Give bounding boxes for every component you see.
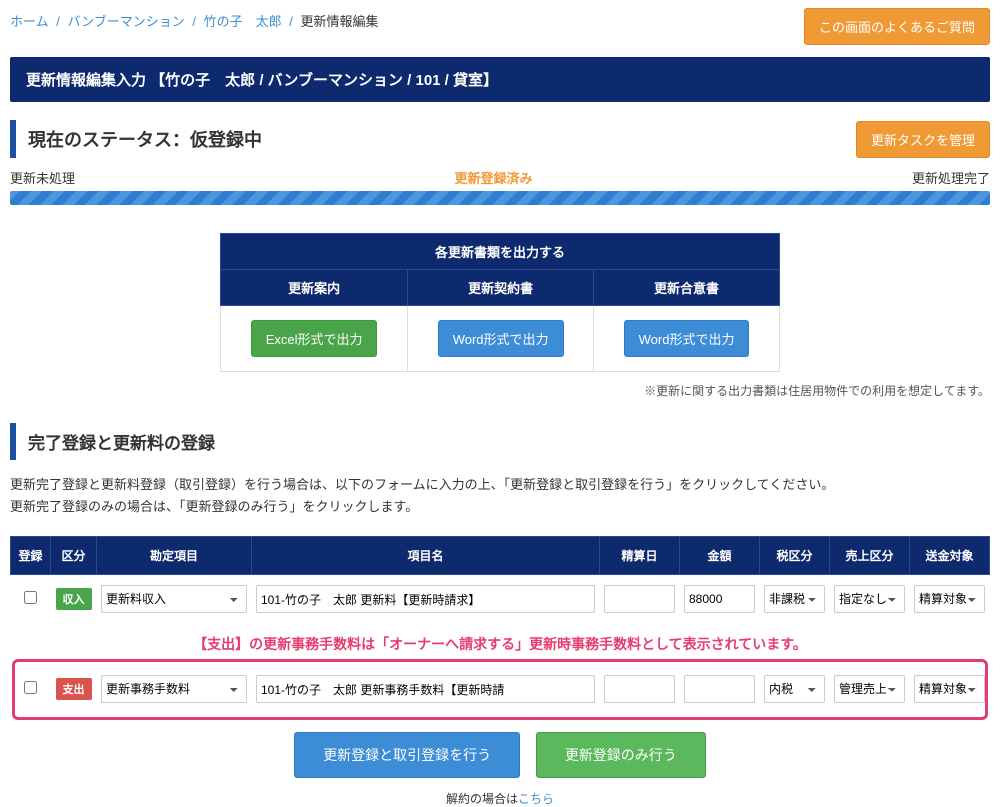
th-amount: 金額 [680,537,760,575]
table-row: 支出 更新事務手数料 内税 管理売上 精算対象 [11,665,990,714]
send-select[interactable]: 精算対象 [914,675,985,703]
register-checkbox[interactable] [24,681,37,694]
progress-left-label: 更新未処理 [10,168,75,187]
manage-tasks-button[interactable]: 更新タスクを管理 [856,121,990,158]
date-input[interactable] [604,585,675,613]
th-date: 精算日 [600,537,680,575]
th-sales: 売上区分 [830,537,910,575]
docs-col-header: 更新案内 [221,270,408,306]
kubun-badge-income: 収入 [56,588,92,610]
account-select[interactable]: 更新事務手数料 [101,675,247,703]
amount-input[interactable] [684,585,755,613]
docs-group-header: 各更新書類を出力する [221,234,780,270]
sales-select[interactable]: 指定なし [834,585,905,613]
amount-input[interactable] [684,675,755,703]
kubun-badge-expense: 支出 [56,678,92,700]
status-label: 現在のステータス：仮登録中 [10,120,274,158]
th-register: 登録 [11,537,51,575]
account-select[interactable]: 更新料収入 [101,585,247,613]
th-name: 項目名 [252,537,600,575]
th-kubun: 区分 [51,537,97,575]
progress-bar [10,191,990,205]
export-excel-button[interactable]: Excel形式で出力 [251,320,378,357]
register-only-button[interactable]: 更新登録のみ行う [536,732,706,778]
faq-button[interactable]: この画面のよくあるご質問 [804,8,990,45]
docs-col-header: 更新契約書 [408,270,594,306]
page-title: 更新情報編集入力 【竹の子 太郎 / バンブーマンション / 101 / 貸室】 [10,57,990,102]
docs-note: ※更新に関する出力書類は住居用物件での利用を想定してます。 [10,382,990,399]
progress-center-label: 更新登録済み [454,168,532,187]
send-select[interactable]: 精算対象 [914,585,985,613]
breadcrumb-link[interactable]: ホーム [10,14,49,29]
documents-table: 各更新書類を出力する 更新案内 更新契約書 更新合意書 Excel形式で出力 W… [220,233,780,372]
cancel-row: 解約の場合はこちら [10,790,990,807]
registration-table: 登録 区分 勘定項目 項目名 精算日 金額 税区分 売上区分 送金対象 収入 更… [10,536,990,714]
sales-select[interactable]: 管理売上 [834,675,905,703]
register-checkbox[interactable] [24,591,37,604]
item-name-input[interactable] [256,675,595,703]
cancel-link[interactable]: こちら [518,792,554,806]
progress-right-label: 更新処理完了 [912,168,990,187]
th-send: 送金対象 [910,537,990,575]
section-title: 完了登録と更新料の登録 [10,423,990,460]
export-word-button[interactable]: Word形式で出力 [438,320,564,357]
breadcrumb-link[interactable]: バンブーマンション [68,14,185,29]
docs-col-header: 更新合意書 [594,270,780,306]
annotation-text: 【支出】の更新事務手数料は「オーナーへ請求する」更新時事務手数料として表示されて… [11,624,990,665]
table-row: 収入 更新料収入 非課税 指定なし 精算対象 [11,575,990,624]
breadcrumb: ホーム / バンブーマンション / 竹の子 太郎 / 更新情報編集 [10,8,379,30]
export-word-button[interactable]: Word形式で出力 [624,320,750,357]
th-account: 勘定項目 [97,537,252,575]
tax-select[interactable]: 非課税 [764,585,825,613]
register-with-transaction-button[interactable]: 更新登録と取引登録を行う [294,732,520,778]
breadcrumb-link[interactable]: 竹の子 太郎 [204,14,282,29]
item-name-input[interactable] [256,585,595,613]
th-tax: 税区分 [760,537,830,575]
section-desc: 更新完了登録と更新料登録（取引登録）を行う場合は、以下のフォームに入力の上、「更… [10,474,990,518]
date-input[interactable] [604,675,675,703]
tax-select[interactable]: 内税 [764,675,825,703]
breadcrumb-current: 更新情報編集 [301,14,379,29]
